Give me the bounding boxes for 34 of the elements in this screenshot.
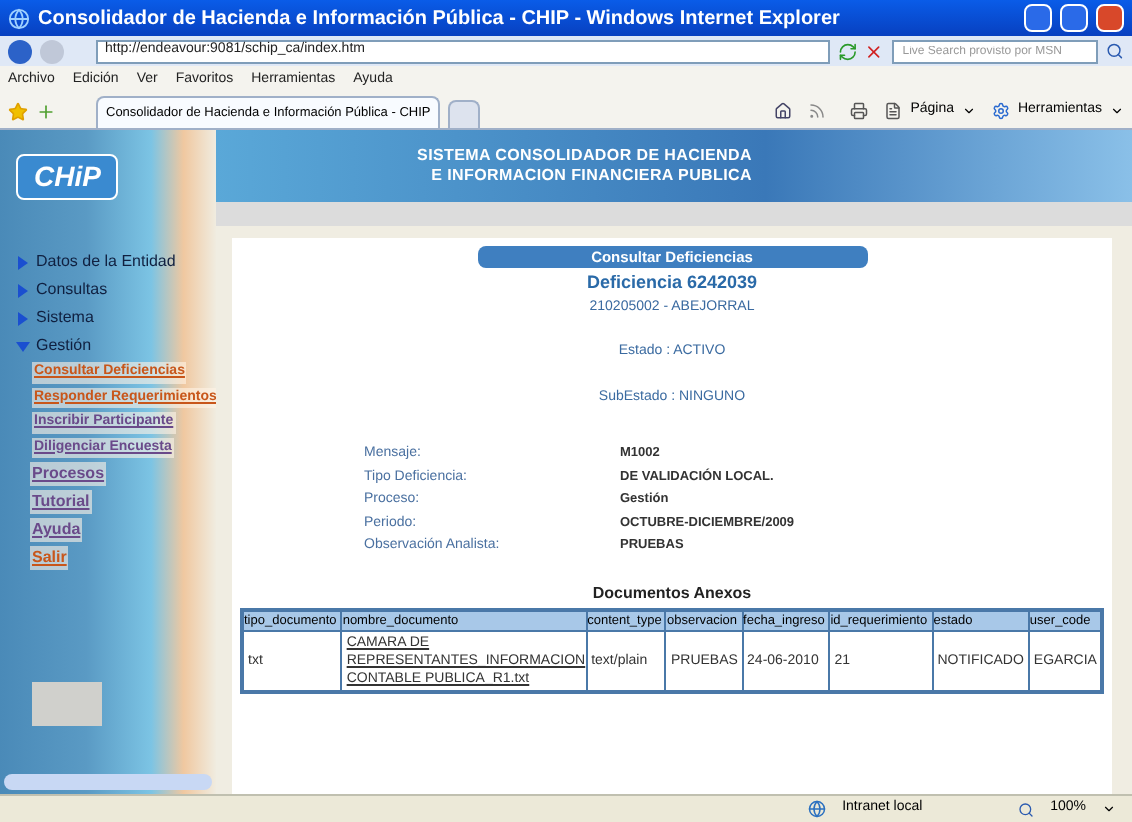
caret-icon[interactable]	[1102, 802, 1116, 816]
browser-logo-icon	[8, 7, 30, 29]
gear-icon[interactable]	[991, 102, 1010, 120]
back-button[interactable]	[8, 39, 32, 63]
menu-folder[interactable]: Sistema	[36, 306, 94, 330]
horizontal-scrollbar[interactable]	[4, 774, 212, 790]
maximize-button[interactable]	[1060, 4, 1088, 32]
stop-icon[interactable]	[864, 41, 885, 61]
star-icon[interactable]	[8, 101, 28, 121]
feed-icon[interactable]	[808, 102, 827, 120]
window-title: Consolidador de Hacienda e Información Pública - CHIP - Windows Internet Explorer	[38, 5, 842, 33]
printer-icon[interactable]	[850, 102, 869, 120]
menu-link[interactable]: Ayuda	[30, 518, 83, 542]
minimize-button[interactable]	[1024, 4, 1052, 32]
page-icon[interactable]	[884, 102, 903, 120]
decorative-block	[32, 682, 102, 726]
close-button[interactable]	[1096, 4, 1124, 32]
menu-link[interactable]: Procesos	[30, 462, 107, 486]
chip-logo: CHiP	[16, 154, 119, 200]
menu-folder[interactable]: Gestión	[36, 334, 92, 358]
globe-icon	[808, 800, 827, 818]
menu-folder[interactable]: Datos de la Entidad	[36, 250, 176, 274]
menu-link[interactable]: Tutorial	[30, 490, 92, 514]
refresh-icon[interactable]	[837, 41, 857, 61]
banner-title: SISTEMA CONSOLIDADOR DE HACIENDA	[417, 146, 752, 166]
menu-folder[interactable]: Consultas	[36, 278, 108, 302]
home-icon[interactable]	[774, 102, 793, 120]
search-icon[interactable]	[1106, 42, 1125, 60]
banner-title: E INFORMACION FINANCIERA PUBLICA	[431, 166, 752, 186]
deficiency-heading: Deficiencia 6242039	[586, 270, 758, 296]
documents-title: Documentos Anexos	[592, 581, 752, 605]
caret-icon[interactable]	[1110, 104, 1124, 118]
zoom-icon[interactable]	[1018, 801, 1035, 817]
caret-icon[interactable]	[961, 104, 976, 118]
